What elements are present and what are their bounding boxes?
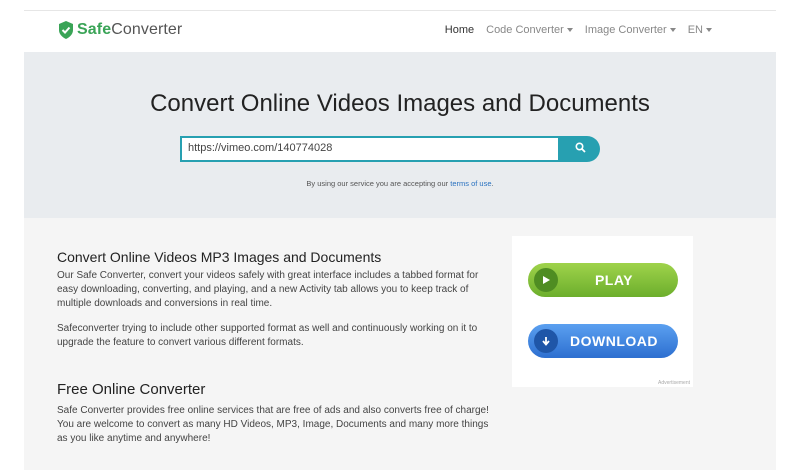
download-arrow-icon bbox=[534, 329, 558, 353]
brand-name-safe: Safe bbox=[77, 21, 112, 38]
logo[interactable]: SafeConverter bbox=[58, 21, 182, 39]
navbar: SafeConverter Home Code Converter Image … bbox=[24, 12, 776, 52]
shield-check-icon bbox=[58, 21, 74, 39]
paragraph-line: Our Safe Converter, convert your videos … bbox=[57, 270, 479, 281]
nav-language[interactable]: EN bbox=[688, 24, 712, 36]
hero-title: Convert Online Videos Images and Documen… bbox=[150, 90, 650, 117]
ad-play-label: PLAY bbox=[594, 272, 634, 288]
caret-down-icon bbox=[706, 28, 712, 33]
advertisement-box: PLAY DOWNLOAD Advertisement bbox=[512, 236, 693, 387]
nav-home[interactable]: Home bbox=[445, 24, 474, 36]
paragraph-line: You are welcome to convert as many HD Vi… bbox=[57, 419, 489, 430]
terms-link[interactable]: terms of use bbox=[450, 179, 491, 188]
play-icon bbox=[534, 268, 558, 292]
ad-play-button[interactable]: PLAY bbox=[528, 263, 678, 297]
brand-name-converter: Converter bbox=[111, 21, 183, 38]
top-divider bbox=[24, 10, 776, 11]
section-heading-free: Free Online Converter bbox=[57, 381, 206, 398]
ad-download-label: DOWNLOAD bbox=[570, 333, 658, 349]
paragraph-line: Safe Converter provides free online serv… bbox=[57, 405, 489, 416]
nav-language-label: EN bbox=[687, 24, 703, 36]
hero-section: Convert Online Videos Images and Documen… bbox=[24, 52, 776, 218]
nav-image-converter-label: Image Converter bbox=[584, 24, 667, 36]
search-icon bbox=[574, 140, 586, 158]
section-paragraph-formats: Safeconverter trying to include other su… bbox=[57, 322, 477, 350]
section-heading-convert: Convert Online Videos MP3 Images and Doc… bbox=[57, 249, 382, 265]
terms-notice: By using our service you are accepting o… bbox=[24, 179, 776, 188]
section-paragraph-intro: Our Safe Converter, convert your videos … bbox=[57, 269, 478, 311]
nav-image-converter[interactable]: Image Converter bbox=[585, 24, 676, 36]
paragraph-line: as you like anytime and anywhere! bbox=[57, 433, 211, 444]
caret-down-icon bbox=[669, 28, 676, 33]
url-input[interactable]: https://vimeo.com/140774028 bbox=[180, 136, 560, 162]
nav-menu: Home Code Converter Image Converter EN bbox=[445, 24, 712, 36]
advertisement-note: Advertisement bbox=[658, 380, 690, 386]
caret-down-icon bbox=[566, 28, 573, 33]
ad-download-button[interactable]: DOWNLOAD bbox=[528, 324, 678, 358]
terms-prefix: By using our service you are accepting o… bbox=[306, 179, 449, 188]
main-content: Convert Online Videos MP3 Images and Doc… bbox=[24, 218, 776, 470]
paragraph-line: easy downloading, converting, and playin… bbox=[57, 284, 469, 295]
section-paragraph-free: Safe Converter provides free online serv… bbox=[57, 404, 489, 446]
paragraph-line: Safeconverter trying to include other su… bbox=[57, 323, 478, 334]
nav-code-converter[interactable]: Code Converter bbox=[486, 24, 573, 36]
paragraph-line: multiple downloads and conversions in re… bbox=[57, 298, 273, 309]
search-button[interactable] bbox=[560, 136, 600, 162]
brand-name: SafeConverter bbox=[77, 21, 182, 39]
nav-code-converter-label: Code Converter bbox=[486, 24, 564, 36]
terms-suffix: . bbox=[491, 179, 494, 188]
paragraph-line: upgrade the feature to convert various d… bbox=[57, 337, 304, 348]
